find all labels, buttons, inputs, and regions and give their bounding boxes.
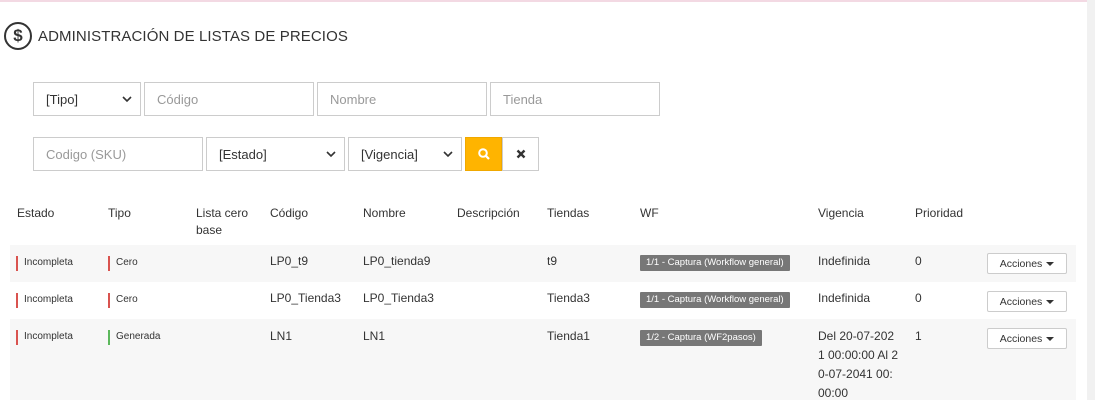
header-nombre[interactable]: Nombre <box>363 205 406 222</box>
acciones-label: Acciones <box>999 257 1043 270</box>
codigo-input[interactable]: Código <box>144 82 314 116</box>
acciones-label: Acciones <box>999 332 1043 345</box>
header-wf[interactable]: WF <box>640 205 659 222</box>
tipo-badge: Generada <box>108 329 160 345</box>
prioridad-cell: 1 <box>915 329 922 343</box>
vigencia-select-value: [Vigencia] <box>361 146 418 162</box>
wf-badge: 1/1 - Captura (Workflow general) <box>640 255 790 271</box>
nombre-input[interactable]: Nombre <box>317 82 487 116</box>
chevron-down-icon <box>443 151 453 158</box>
prioridad-cell: 0 <box>915 254 922 268</box>
acciones-button[interactable]: Acciones <box>987 328 1067 349</box>
header-lista-cero-base[interactable]: Lista cero base <box>196 205 262 239</box>
header-vigencia[interactable]: Vigencia <box>818 205 864 222</box>
close-icon <box>516 149 525 159</box>
vigencia-line: 0-07-2041 00: <box>818 367 893 381</box>
header-tiendas[interactable]: Tiendas <box>547 205 589 222</box>
vigencia-line: 00:00 <box>818 386 849 400</box>
nombre-placeholder: Nombre <box>330 91 377 107</box>
acciones-label: Acciones <box>999 295 1043 308</box>
nombre-cell: LP0_Tienda3 <box>363 291 434 305</box>
header-tipo[interactable]: Tipo <box>108 205 131 222</box>
status-badge: Incompleta <box>16 292 73 308</box>
header-codigo[interactable]: Código <box>270 205 308 222</box>
chevron-down-icon <box>326 151 336 158</box>
dollar-circle-icon: $ <box>4 22 32 50</box>
codigo-placeholder: Código <box>157 91 199 107</box>
nombre-cell: LN1 <box>363 329 386 343</box>
wf-badge: 1/2 - Captura (WF2pasos) <box>640 330 762 346</box>
estado-select[interactable]: [Estado] <box>206 137 345 171</box>
vigencia-select[interactable]: [Vigencia] <box>348 137 462 171</box>
vigencia-cell: Indefinida <box>818 254 871 268</box>
vigencia-line: Del 20-07-202 <box>818 329 895 343</box>
search-button[interactable] <box>465 137 502 171</box>
tiendas-cell: Tienda3 <box>547 291 590 305</box>
acciones-button[interactable]: Acciones <box>987 253 1067 274</box>
tipo-badge: Cero <box>108 292 138 308</box>
top-accent-line <box>0 0 1087 2</box>
prioridad-cell: 0 <box>915 291 922 305</box>
header-descripcion[interactable]: Descripción <box>457 205 520 222</box>
codigo-cell: LP0_t9 <box>270 254 309 268</box>
caret-down-icon <box>1046 336 1055 341</box>
tipo-select[interactable]: [Tipo] <box>33 82 141 116</box>
caret-down-icon <box>1046 261 1055 266</box>
search-icon <box>477 148 490 160</box>
vigencia-line: 1 00:00:00 Al 2 <box>818 348 899 362</box>
caret-down-icon <box>1046 299 1055 304</box>
chevron-down-icon <box>122 96 132 103</box>
page-title: ADMINISTRACIÓN DE LISTAS DE PRECIOS <box>38 27 348 45</box>
tipo-badge: Cero <box>108 255 138 271</box>
table-row: Incompleta Cero LP0_Tienda3 LP0_Tienda3 … <box>10 282 1076 319</box>
nombre-cell: LP0_tienda9 <box>363 254 431 268</box>
status-badge: Incompleta <box>16 329 73 345</box>
page-scrollbar[interactable] <box>1087 0 1095 400</box>
sku-input[interactable]: Codigo (SKU) <box>33 137 203 171</box>
status-badge: Incompleta <box>16 255 73 271</box>
clear-filters-button[interactable] <box>502 137 539 171</box>
vigencia-cell: Indefinida <box>818 291 871 305</box>
table-row: Incompleta Generada LN1 LN1 Tienda1 1/2 … <box>10 319 1076 400</box>
table-row: Incompleta Cero LP0_t9 LP0_tienda9 t9 1/… <box>10 245 1076 282</box>
wf-badge: 1/1 - Captura (Workflow general) <box>640 292 790 308</box>
codigo-cell: LP0_Tienda3 <box>270 291 341 305</box>
tienda-placeholder: Tienda <box>503 91 543 107</box>
codigo-cell: LN1 <box>270 329 293 343</box>
vigencia-cell: Del 20-07-202 1 00:00:00 Al 2 0-07-2041 … <box>818 327 898 403</box>
sku-placeholder: Codigo (SKU) <box>46 146 127 162</box>
header-estado[interactable]: Estado <box>17 205 54 222</box>
estado-select-value: [Estado] <box>219 146 267 162</box>
tiendas-cell: t9 <box>547 254 558 268</box>
tipo-select-value: [Tipo] <box>46 91 79 107</box>
tienda-input[interactable]: Tienda <box>490 82 660 116</box>
acciones-button[interactable]: Acciones <box>987 291 1067 312</box>
page-header: $ ADMINISTRACIÓN DE LISTAS DE PRECIOS <box>4 22 348 50</box>
tiendas-cell: Tienda1 <box>547 329 590 343</box>
header-prioridad[interactable]: Prioridad <box>915 205 963 222</box>
